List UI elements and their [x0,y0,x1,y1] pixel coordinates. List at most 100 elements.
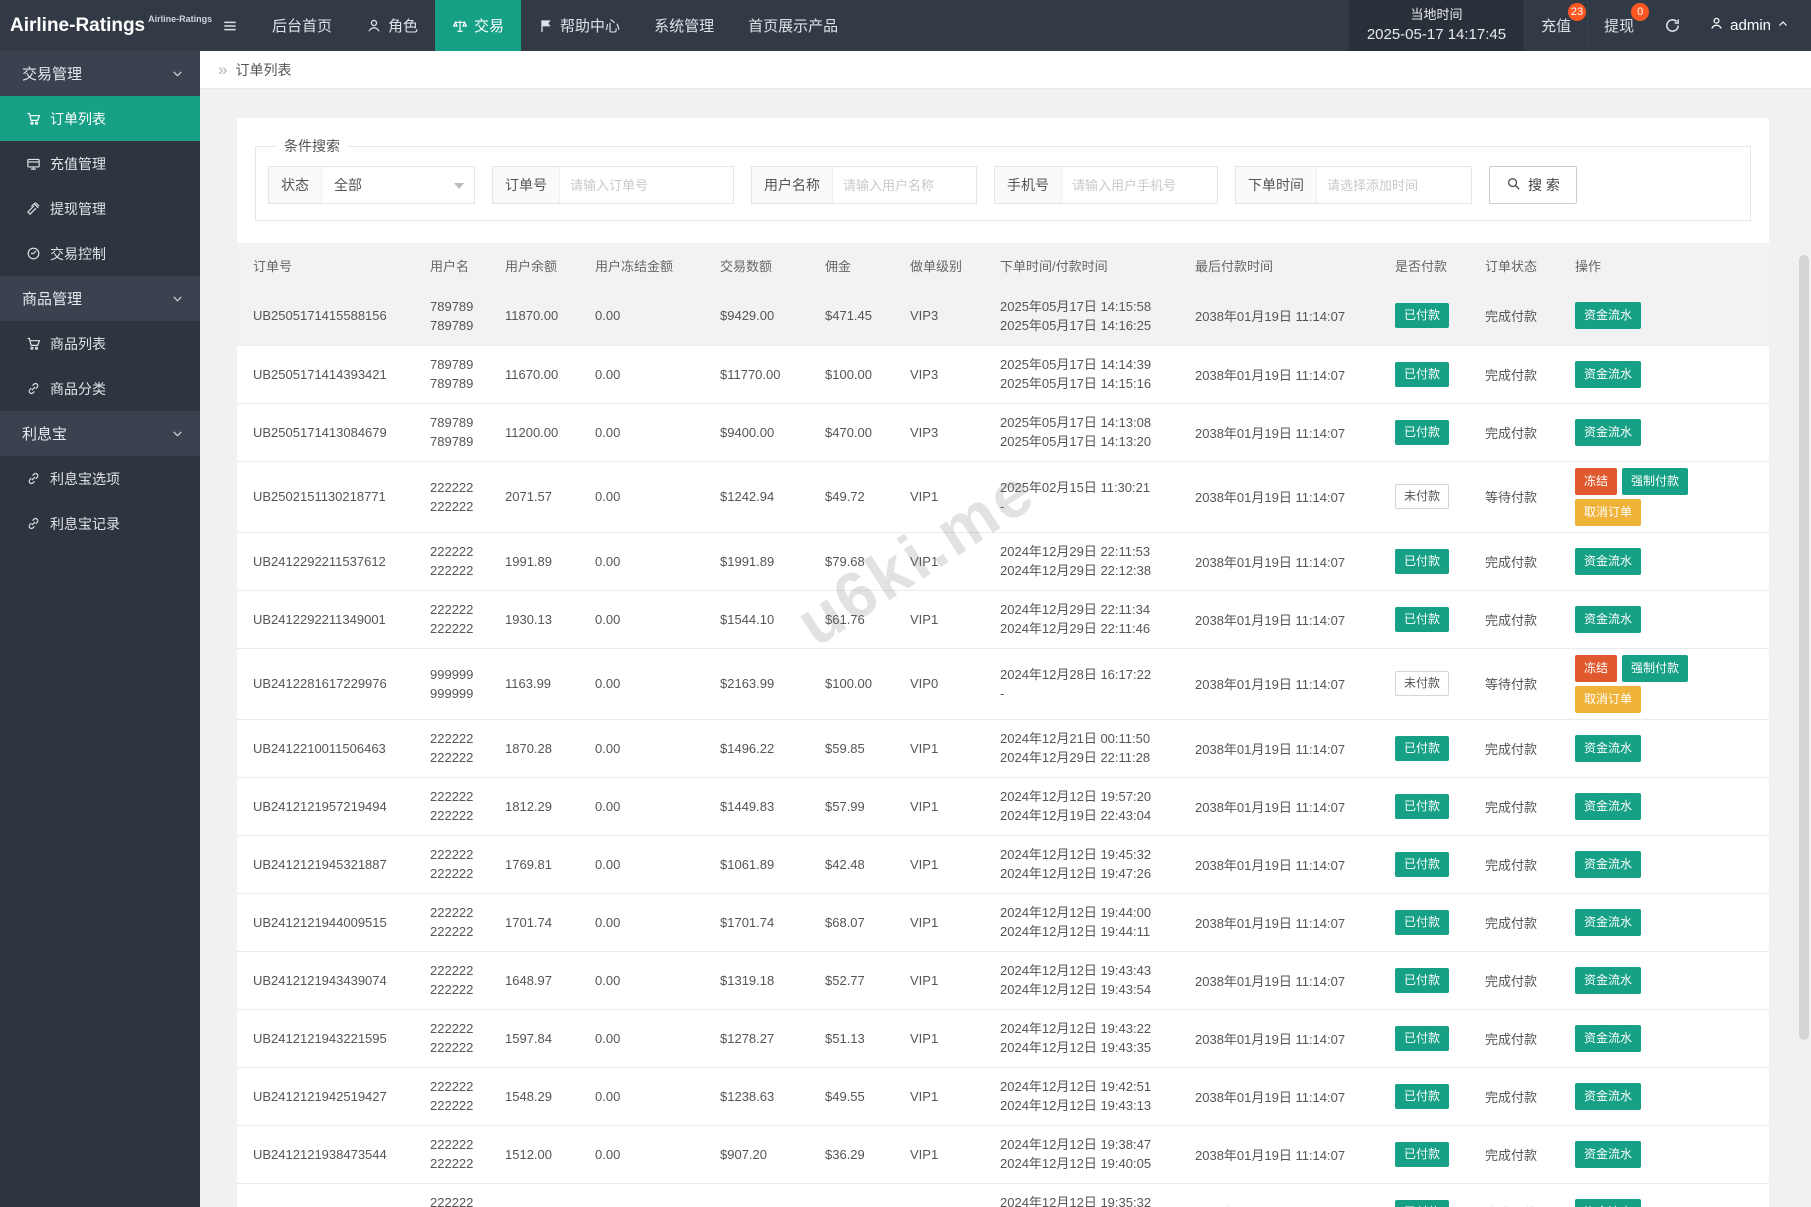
cell-order-status: 完成付款 [1477,719,1567,777]
cell-level: VIP1 [902,893,992,951]
nav-item-system[interactable]: 系统管理 [637,0,731,51]
nav-item-products[interactable]: 首页展示产品 [731,0,855,51]
user-name-line: 789789 [430,316,489,335]
pay-time: 2025年05月17日 14:15:16 [1000,374,1179,393]
cell-amount: $11770.00 [712,345,817,403]
search-icon [1506,176,1521,194]
cell-level: VIP0 [902,1183,992,1207]
nav-item-trade[interactable]: 交易 [435,0,521,51]
cell-amount: $1544.10 [712,590,817,648]
sidebar-item-product-category[interactable]: 商品分类 [0,366,200,411]
cell-commission: $61.76 [817,590,902,648]
force-button[interactable]: 强制付款 [1622,655,1688,682]
flow-button[interactable]: 资金流水 [1575,1141,1641,1168]
order-time: 2025年05月17日 14:15:58 [1000,297,1179,316]
user-menu[interactable]: admin [1695,0,1811,51]
cell-level: VIP1 [902,461,992,532]
cancel-button[interactable]: 取消订单 [1575,686,1641,713]
flow-button[interactable]: 资金流水 [1575,1199,1641,1207]
user-name-input[interactable] [833,167,976,203]
cancel-button[interactable]: 取消订单 [1575,499,1641,526]
cell-frozen: 0.00 [587,461,712,532]
cell-order-id: UB2412121957219494 [237,777,422,835]
nav-item-help[interactable]: 帮助中心 [521,0,637,51]
pay-time: 2024年12月29日 22:11:46 [1000,619,1179,638]
nav-item-label: 交易 [474,15,504,36]
paid-badge: 已付款 [1395,420,1449,445]
user-name-line: 222222 [430,1038,489,1057]
flow-button[interactable]: 资金流水 [1575,735,1641,762]
pay-time: 2024年12月29日 22:12:38 [1000,561,1179,580]
user-name-line: 222222 [430,903,489,922]
user-name-line: 222222 [430,922,489,941]
table-row: UB250517141439342178978978978911670.000.… [237,345,1769,403]
sidebar-item-product-list[interactable]: 商品列表 [0,321,200,366]
cell-last-pay-time: 2038年01月19日 11:14:07 [1187,893,1387,951]
cell-balance: 1163.99 [497,648,587,719]
refresh-icon[interactable] [1650,0,1695,51]
sidebar-item-recharge-mgmt[interactable]: 充值管理 [0,141,200,186]
flow-button[interactable]: 资金流水 [1575,419,1641,446]
force-button[interactable]: 强制付款 [1622,468,1688,495]
flow-button[interactable]: 资金流水 [1575,361,1641,388]
sidebar-item-label: 商品分类 [50,379,106,399]
scrollbar[interactable] [1799,255,1809,1040]
flow-button[interactable]: 资金流水 [1575,1025,1641,1052]
table-row: UB24121219572194942222222222221812.290.0… [237,777,1769,835]
orders-table: 订单号用户名用户余额用户冻结金额交易数额佣金做单级别下单时间/付款时间最后付款时… [237,243,1769,1207]
order-time-input[interactable] [1317,167,1471,203]
sidebar-item-trade-control[interactable]: 交易控制 [0,231,200,276]
freeze-button[interactable]: 冻结 [1575,468,1617,495]
recharge-button[interactable]: 充值 23 [1524,0,1587,51]
cell-balance: 1870.28 [497,719,587,777]
nav-item-menu-toggle[interactable] [205,0,255,51]
nav-item-home[interactable]: 后台首页 [255,0,349,51]
flow-button[interactable]: 资金流水 [1575,909,1641,936]
cell-frozen: 0.00 [587,893,712,951]
cell-order-status: 完成付款 [1477,590,1567,648]
phone-input[interactable] [1062,167,1217,203]
sidebar-item-lixibao[interactable]: 利息宝 [0,411,200,456]
cell-last-pay-time: 2038年01月19日 11:14:07 [1187,951,1387,1009]
search-button[interactable]: 搜 索 [1489,166,1577,204]
flow-button[interactable]: 资金流水 [1575,967,1641,994]
status-select[interactable]: 全部 [322,167,474,203]
withdraw-button[interactable]: 提现 0 [1587,0,1650,51]
sidebar-item-label: 订单列表 [50,109,106,129]
nav-item-role[interactable]: 角色 [349,0,435,51]
cell-balance: 1648.97 [497,951,587,1009]
status-label: 状态 [269,167,322,203]
cell-order-id: UB2412292211349001 [237,590,422,648]
cell-paid: 已付款 [1387,1067,1477,1125]
breadcrumb-arrows-icon: » [218,60,227,80]
flow-button[interactable]: 资金流水 [1575,302,1641,329]
logo-text: Airline-Ratings [10,15,145,37]
freeze-button[interactable]: 冻结 [1575,655,1617,682]
table-row: UB24121219453218872222222222221769.810.0… [237,835,1769,893]
cell-frozen: 0.00 [587,403,712,461]
cell-level: VIP3 [902,403,992,461]
flow-button[interactable]: 资金流水 [1575,851,1641,878]
sidebar-item-lixibao-records[interactable]: 利息宝记录 [0,501,200,546]
sidebar-item-lixibao-options[interactable]: 利息宝选项 [0,456,200,501]
search-panel: 条件搜索 状态 全部 订单号 用户名称 [255,136,1751,221]
flow-button[interactable]: 资金流水 [1575,793,1641,820]
cell-user-name: 222222222222 [422,893,497,951]
column-header: 用户冻结金额 [587,243,712,287]
cell-commission: $68.07 [817,893,902,951]
user-name-line: 222222 [430,729,489,748]
flow-button[interactable]: 资金流水 [1575,1083,1641,1110]
sidebar-item-trade-mgmt[interactable]: 交易管理 [0,51,200,96]
pay-time: 2024年12月12日 19:43:54 [1000,980,1179,999]
cell-frozen: 0.00 [587,648,712,719]
flow-button[interactable]: 资金流水 [1575,606,1641,633]
sidebar-item-product-mgmt[interactable]: 商品管理 [0,276,200,321]
flow-button[interactable]: 资金流水 [1575,548,1641,575]
table-row: UB24122922113490012222222222221930.130.0… [237,590,1769,648]
sidebar-item-withdraw-mgmt[interactable]: 提现管理 [0,186,200,231]
sidebar-item-order-list[interactable]: 订单列表 [0,96,200,141]
sidebar-item-label: 商品列表 [50,334,106,354]
user-name-line: 789789 [430,374,489,393]
order-no-input[interactable] [560,167,733,203]
paid-badge: 已付款 [1395,910,1449,935]
